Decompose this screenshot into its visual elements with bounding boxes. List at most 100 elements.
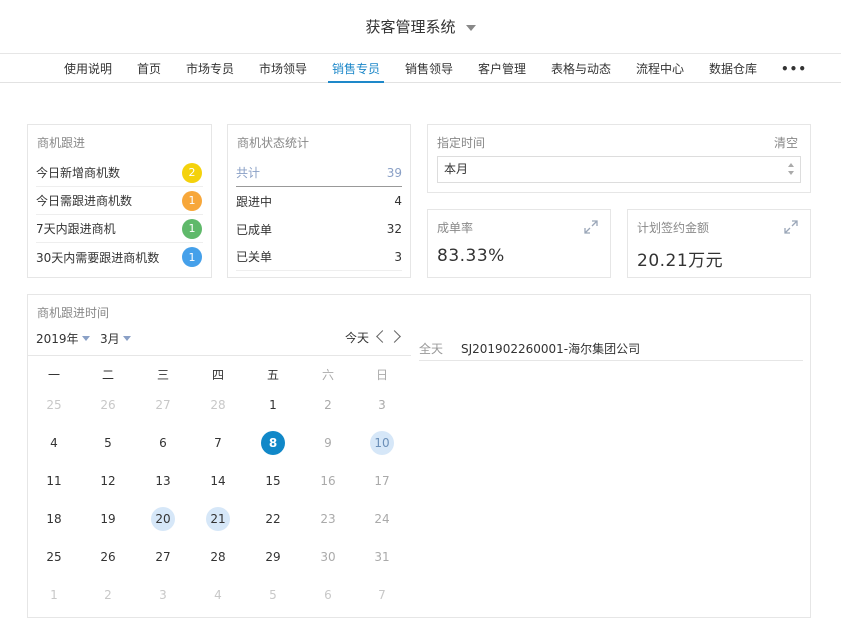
calendar-day[interactable]: 2 (96, 583, 120, 607)
calendar-divider (27, 355, 411, 356)
status-row-value: 3 (394, 249, 402, 264)
followup-row-label: 今日需跟进商机数 (36, 194, 133, 208)
weekday-header: 三 (156, 368, 169, 382)
expand-icon[interactable] (784, 220, 798, 234)
calendar-day[interactable]: 17 (370, 469, 394, 493)
month-value: 3月 (100, 332, 120, 346)
followup-row[interactable]: 30天内需要跟进商机数 1 (36, 243, 203, 271)
calendar-day[interactable]: 26 (96, 393, 120, 417)
calendar-day[interactable]: 4 (206, 583, 230, 607)
calendar-day[interactable]: 27 (151, 545, 175, 569)
app-title-dropdown[interactable]: 获客管理系统 (365, 16, 476, 37)
status-total-value: 39 (386, 165, 402, 180)
month-select[interactable]: 3月 (100, 330, 131, 347)
followup-title: 商机跟进 (37, 136, 86, 150)
calendar-day[interactable]: 26 (96, 545, 120, 569)
calendar-day[interactable]: 13 (151, 469, 175, 493)
calendar-day[interactable]: 30 (316, 545, 340, 569)
time-range-select[interactable]: 本月 (437, 156, 801, 183)
followup-row[interactable]: 今日新增商机数 2 (36, 159, 203, 187)
calendar-day[interactable]: 31 (370, 545, 394, 569)
calendar-day[interactable]: 6 (316, 583, 340, 607)
calendar-day[interactable]: 28 (206, 393, 230, 417)
calendar-day[interactable]: 27 (151, 393, 175, 417)
calendar-day[interactable]: 21 (206, 507, 230, 531)
calendar-day[interactable]: 16 (316, 469, 340, 493)
expand-icon[interactable] (584, 220, 598, 234)
calendar-day[interactable]: 5 (96, 431, 120, 455)
nav-item[interactable]: 使用说明 (64, 54, 112, 83)
nav-item[interactable]: 市场领导 (259, 54, 307, 83)
nav-item[interactable]: 市场专员 (186, 54, 234, 83)
calendar-day[interactable]: 29 (261, 545, 285, 569)
calendar-day[interactable]: 3 (370, 393, 394, 417)
nav-item[interactable]: 数据仓库 (709, 54, 757, 83)
contract-value: 20.21万元 (637, 251, 724, 271)
status-row[interactable]: 跟进中 4 (236, 187, 402, 215)
calendar-day[interactable]: 15 (261, 469, 285, 493)
calendar-day[interactable]: 28 (206, 545, 230, 569)
calendar-day[interactable]: 9 (316, 431, 340, 455)
calendar-day-today[interactable]: 8 (261, 431, 285, 455)
calendar-day[interactable]: 25 (42, 545, 66, 569)
calendar-day[interactable]: 11 (42, 469, 66, 493)
top-header: 获客管理系统 (0, 0, 841, 54)
calendar-day[interactable]: 3 (151, 583, 175, 607)
clear-button[interactable]: 清空 (774, 134, 798, 151)
contract-title: 计划签约金额 (637, 221, 710, 235)
status-row-value: 4 (394, 194, 402, 208)
nav-item[interactable]: 流程中心 (636, 54, 684, 83)
weekday-header: 六 (321, 368, 334, 382)
status-total-row[interactable]: 共计 39 (236, 159, 402, 187)
weekday-header: 二 (101, 368, 114, 382)
calendar-day[interactable]: 7 (206, 431, 230, 455)
nav-item[interactable]: 销售专员 (327, 54, 385, 83)
conversion-title: 成单率 (437, 221, 474, 235)
nav-item[interactable]: 表格与动态 (551, 54, 611, 83)
select-arrows-icon (788, 163, 794, 175)
event-time: 全天 (419, 341, 444, 356)
calendar-day[interactable]: 1 (42, 583, 66, 607)
caret-down-icon (122, 336, 131, 341)
calendar-day[interactable]: 1 (261, 393, 285, 417)
calendar-day[interactable]: 19 (96, 507, 120, 531)
calendar-day[interactable]: 2 (316, 393, 340, 417)
status-row[interactable]: 已关单 3 (236, 243, 402, 271)
calendar-day[interactable]: 7 (370, 583, 394, 607)
nav-item[interactable]: 首页 (137, 54, 161, 83)
count-badge: 1 (182, 190, 202, 211)
year-select[interactable]: 2019年 (36, 330, 90, 347)
more-menu-icon[interactable]: ••• (781, 54, 807, 83)
time-filter-panel: 指定时间 清空 本月 (427, 124, 811, 193)
calendar-day[interactable]: 18 (42, 507, 66, 531)
conversion-panel: 成单率 83.33% (427, 209, 611, 278)
event-list-item[interactable]: 全天 SJ201902260001-海尔集团公司 (419, 336, 803, 361)
nav-item[interactable]: 销售领导 (405, 54, 453, 83)
calendar-day[interactable]: 25 (42, 393, 66, 417)
today-button[interactable]: 今天 (345, 329, 369, 346)
calendar-day[interactable]: 22 (261, 507, 285, 531)
status-title: 商机状态统计 (237, 136, 310, 150)
time-range-value: 本月 (444, 162, 469, 176)
followup-row[interactable]: 7天内跟进商机 1 (36, 215, 203, 243)
today-label: 今天 (345, 331, 370, 345)
followup-row-label: 7天内跟进商机 (36, 222, 116, 236)
nav-item[interactable]: 客户管理 (478, 54, 526, 83)
calendar-day[interactable]: 20 (151, 507, 175, 531)
calendar-day[interactable]: 12 (96, 469, 120, 493)
year-value: 2019年 (36, 332, 79, 346)
followup-row[interactable]: 今日需跟进商机数 1 (36, 187, 203, 215)
followup-row-label: 30天内需要跟进商机数 (36, 250, 160, 265)
calendar-title: 商机跟进时间 (37, 306, 110, 320)
calendar-day[interactable]: 5 (261, 583, 285, 607)
status-panel: 商机状态统计 共计 39 跟进中 4 已成单 32 已关单 3 (227, 124, 411, 278)
calendar-day[interactable]: 24 (370, 507, 394, 531)
calendar-day[interactable]: 14 (206, 469, 230, 493)
calendar-day[interactable]: 4 (42, 431, 66, 455)
status-row[interactable]: 已成单 32 (236, 215, 402, 243)
calendar-day[interactable]: 6 (151, 431, 175, 455)
status-row-label: 跟进中 (236, 194, 273, 209)
calendar-day[interactable]: 23 (316, 507, 340, 531)
caret-down-icon (81, 336, 90, 341)
calendar-day[interactable]: 10 (370, 431, 394, 455)
